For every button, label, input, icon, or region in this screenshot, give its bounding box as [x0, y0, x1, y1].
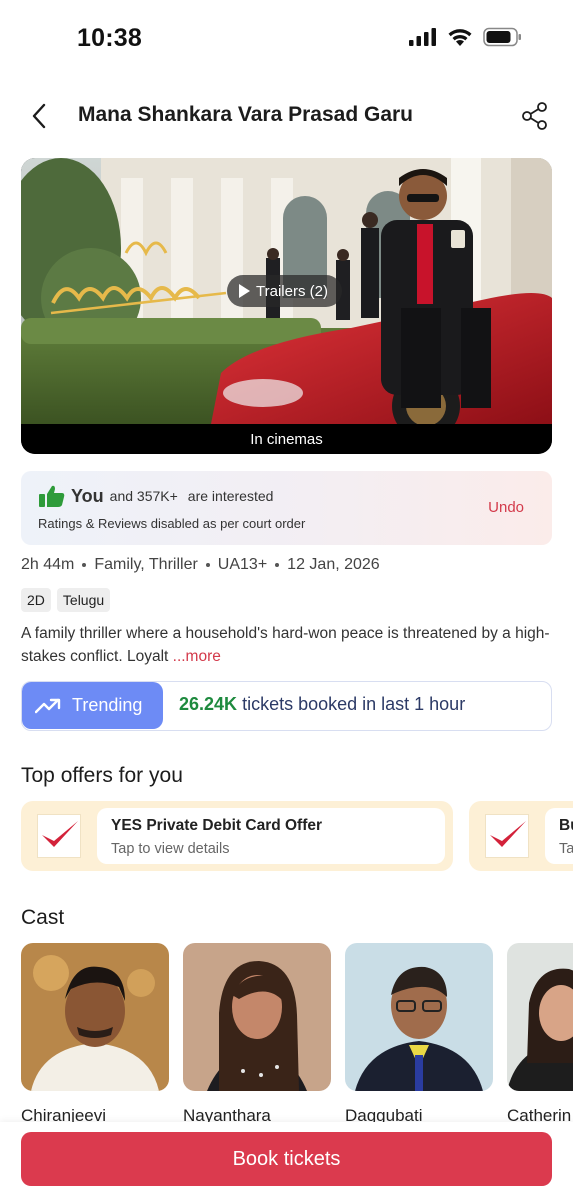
- certificate: UA13+: [217, 556, 268, 573]
- movie-meta: 2h 44m Family, Thriller UA13+ 12 Jan, 20…: [21, 556, 380, 574]
- wifi-icon: [448, 28, 472, 46]
- separator-dot: [82, 563, 87, 567]
- back-button[interactable]: [22, 98, 58, 134]
- share-button[interactable]: [517, 98, 553, 134]
- battery-icon: [483, 27, 521, 47]
- cast-carousel: Chiranjeevi Nayanthara Daggubati Catheri…: [21, 943, 573, 1123]
- offer-card[interactable]: YES Private Debit Card Offer Tap to view…: [21, 801, 453, 871]
- trending-badge: Trending: [22, 682, 163, 729]
- cast-name: Chiranjeevi: [21, 1106, 107, 1123]
- format-tags: 2D Telugu: [21, 588, 111, 612]
- interest-card: You and 357K+ are interested Ratings & R…: [21, 471, 552, 545]
- book-tickets-button[interactable]: Book tickets: [21, 1132, 552, 1186]
- duration: 2h 44m: [21, 556, 75, 573]
- cast-member[interactable]: Chiranjeevi: [21, 943, 169, 1123]
- share-icon: [522, 102, 547, 130]
- in-cinemas-label: In cinemas: [21, 424, 552, 454]
- language-tag: Telugu: [56, 588, 111, 612]
- bank-logo: [485, 814, 529, 858]
- interest-count: and 357K+: [109, 488, 178, 504]
- status-time: 10:38: [77, 24, 142, 52]
- cast-member[interactable]: Nayanthara: [183, 943, 331, 1123]
- trending-card: Trending 26.24K tickets booked in last 1…: [21, 681, 552, 731]
- offer-card[interactable]: Bu Ta: [469, 801, 573, 871]
- tickets-count: 26.24K: [179, 694, 238, 714]
- interest-note: Ratings & Reviews disabled as per court …: [38, 516, 306, 531]
- trailers-label: Trailers (2): [256, 282, 328, 300]
- offers-carousel: YES Private Debit Card Offer Tap to view…: [21, 801, 573, 873]
- cast-photo: [183, 943, 331, 1091]
- offer-subtitle: Tap to view details: [111, 841, 230, 857]
- offer-subtitle: Ta: [559, 841, 573, 857]
- offer-title: Bu: [559, 817, 573, 834]
- cast-member[interactable]: Daggubati: [345, 943, 493, 1123]
- page-title: Mana Shankara Vara Prasad Garu: [78, 103, 414, 126]
- checkmark-logo-icon: [490, 821, 526, 847]
- status-bar: 10:38: [0, 0, 573, 72]
- interest-row: You and 357K+ are interested: [39, 485, 273, 507]
- interest-you: You: [71, 485, 104, 506]
- cast-name: Nayanthara: [183, 1106, 271, 1123]
- checkmark-logo-icon: [42, 821, 78, 847]
- more-link[interactable]: ...more: [173, 648, 221, 665]
- undo-button[interactable]: Undo: [488, 499, 524, 516]
- status-icons: [409, 27, 523, 47]
- offer-title: YES Private Debit Card Offer: [111, 817, 323, 834]
- cast-section-title: Cast: [21, 906, 65, 929]
- format-tag: 2D: [21, 588, 51, 612]
- offer-details: YES Private Debit Card Offer Tap to view…: [97, 808, 445, 864]
- back-arrow-icon: [32, 103, 46, 129]
- cast-member[interactable]: Catherin: [507, 943, 573, 1123]
- movie-description: A family thriller where a household's ha…: [21, 622, 551, 668]
- thumbs-up-icon: [39, 485, 65, 507]
- release-date: 12 Jan, 2026: [287, 556, 380, 573]
- bottom-bar: Book tickets: [0, 1122, 573, 1200]
- cast-photo: [507, 943, 573, 1091]
- app-header: Mana Shankara Vara Prasad Garu: [0, 88, 573, 144]
- offer-details: Bu Ta: [545, 808, 573, 864]
- interest-rest: are interested: [187, 488, 274, 504]
- offers-section-title: Top offers for you: [21, 764, 183, 787]
- description-text: A family thriller where a household's ha…: [21, 625, 550, 665]
- cellular-signal-icon: [409, 28, 436, 46]
- cast-name: Daggubati: [345, 1106, 423, 1123]
- separator-dot: [275, 563, 280, 567]
- genres: Family, Thriller: [94, 556, 198, 573]
- bank-logo: [37, 814, 81, 858]
- tickets-text: tickets booked in last 1 hour: [242, 694, 466, 714]
- trending-up-icon: [35, 698, 61, 713]
- trending-text: 26.24K tickets booked in last 1 hour: [179, 694, 465, 715]
- cast-photo: [21, 943, 169, 1091]
- trailers-button[interactable]: Trailers (2): [227, 275, 342, 307]
- play-icon: [239, 284, 250, 298]
- movie-poster[interactable]: Trailers (2) In cinemas: [21, 158, 552, 454]
- cast-name: Catherin: [507, 1106, 572, 1123]
- cast-photo: [345, 943, 493, 1091]
- separator-dot: [205, 563, 210, 567]
- trending-label: Trending: [72, 695, 143, 715]
